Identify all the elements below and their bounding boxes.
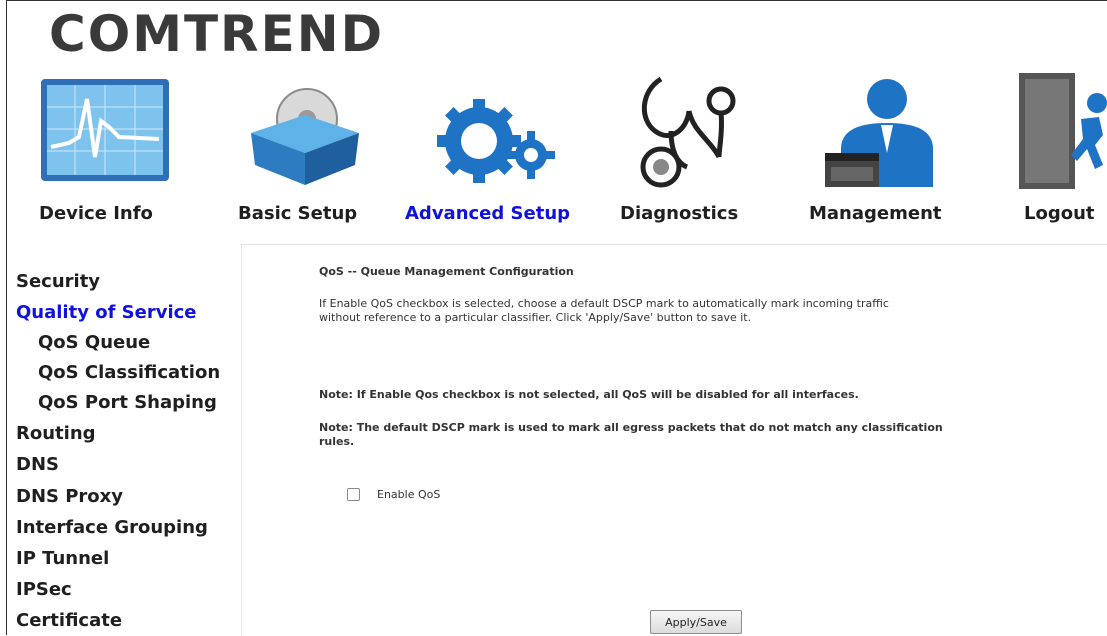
description-line-2: without reference to a particular classi… bbox=[319, 311, 752, 324]
apply-save-button[interactable]: Apply/Save bbox=[650, 610, 742, 634]
sidebar-item-interface-grouping[interactable]: Interface Grouping bbox=[16, 517, 208, 538]
svg-text:COMTREND: COMTREND bbox=[49, 5, 384, 61]
nav-device-info[interactable]: Device Info bbox=[39, 203, 153, 224]
nav-logout[interactable]: Logout bbox=[1024, 203, 1095, 224]
description-line-1: If Enable QoS checkbox is selected, choo… bbox=[319, 297, 889, 310]
note-qos-disabled: Note: If Enable Qos checkbox is not sele… bbox=[319, 388, 859, 401]
sidebar-item-qos-queue[interactable]: QoS Queue bbox=[38, 332, 150, 353]
nav-diagnostics[interactable]: Diagnostics bbox=[620, 203, 738, 224]
management-icon[interactable] bbox=[821, 77, 951, 189]
main-content: QoS -- Queue Management Configuration If… bbox=[241, 244, 1107, 636]
enable-qos-checkbox[interactable] bbox=[347, 488, 360, 501]
sidebar-item-ipsec[interactable]: IPSec bbox=[16, 579, 72, 600]
nav-management[interactable]: Management bbox=[809, 203, 942, 224]
sidebar-item-routing[interactable]: Routing bbox=[16, 423, 96, 444]
sidebar-item-qos-port-shaping[interactable]: QoS Port Shaping bbox=[38, 392, 217, 413]
sidebar-item-quality-of-service[interactable]: Quality of Service bbox=[16, 302, 197, 323]
diagnostics-icon[interactable] bbox=[631, 71, 741, 189]
logout-icon[interactable] bbox=[1017, 69, 1107, 193]
note-default-dscp: Note: The default DSCP mark is used to m… bbox=[319, 421, 943, 448]
page-frame: COMTREND Device Info Basic Setup Advance… bbox=[6, 0, 1107, 636]
sidebar-item-dns[interactable]: DNS bbox=[16, 454, 59, 475]
sidebar-item-certificate[interactable]: Certificate bbox=[16, 610, 122, 631]
sidebar-item-ip-tunnel[interactable]: IP Tunnel bbox=[16, 548, 109, 569]
enable-qos-label: Enable QoS bbox=[377, 488, 441, 501]
nav-basic-setup[interactable]: Basic Setup bbox=[238, 203, 357, 224]
sidebar-item-qos-classification[interactable]: QoS Classification bbox=[38, 362, 220, 383]
page-title: QoS -- Queue Management Configuration bbox=[319, 265, 574, 278]
sidebar-item-security[interactable]: Security bbox=[16, 271, 100, 292]
device-info-icon[interactable] bbox=[39, 77, 171, 183]
sidebar: Security Quality of Service QoS Queue Qo… bbox=[14, 263, 239, 635]
basic-setup-icon[interactable] bbox=[237, 81, 371, 187]
advanced-setup-icon[interactable] bbox=[431, 97, 557, 185]
nav-advanced-setup[interactable]: Advanced Setup bbox=[405, 203, 570, 224]
comtrend-logo: COMTREND bbox=[47, 3, 387, 61]
sidebar-item-dns-proxy[interactable]: DNS Proxy bbox=[16, 486, 123, 507]
